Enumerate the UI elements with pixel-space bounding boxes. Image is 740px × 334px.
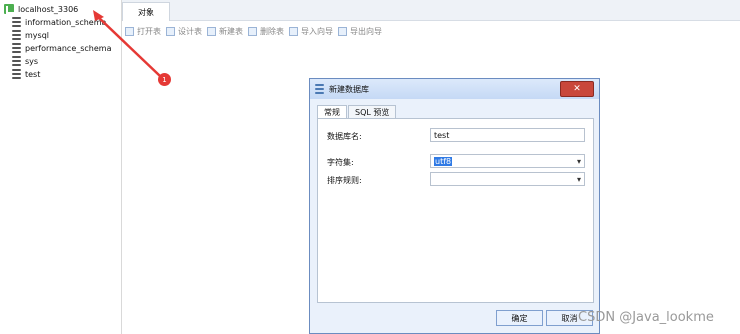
charset-value: utf8 xyxy=(434,156,453,166)
database-name-value: test xyxy=(434,130,450,140)
annotation-badge: 1 xyxy=(158,73,171,86)
charset-select[interactable]: utf8 xyxy=(430,154,585,168)
close-icon: ✕ xyxy=(573,84,581,94)
database-name-field[interactable]: test xyxy=(430,128,585,142)
database-name-label: 数据库名: xyxy=(327,132,362,141)
ok-button-label: 确定 xyxy=(511,313,528,323)
arrow-shaft xyxy=(95,14,161,77)
new-database-dialog: 新建数据库 ✕ 常规 SQL 预览 数据库名: test 字符集: utf8 排… xyxy=(309,78,600,334)
tab-general-label: 常规 xyxy=(324,108,340,117)
collation-select[interactable] xyxy=(430,172,585,186)
charset-label: 字符集: xyxy=(327,158,354,167)
dialog-form-panel: 数据库名: test 字符集: utf8 排序规则: xyxy=(317,118,594,303)
tab-sql-preview[interactable]: SQL 预览 xyxy=(348,105,397,119)
watermark: CSDN @Java_lookme xyxy=(578,310,714,325)
close-button[interactable]: ✕ xyxy=(560,81,594,97)
dialog-title: 新建数据库 xyxy=(329,84,369,94)
ok-button[interactable]: 确定 xyxy=(496,310,543,326)
tab-sql-preview-label: SQL 预览 xyxy=(355,107,390,117)
dialog-titlebar: 新建数据库 ✕ xyxy=(310,79,599,99)
tab-general[interactable]: 常规 xyxy=(317,105,347,119)
dialog-tabs: 常规 SQL 预览 xyxy=(317,105,397,119)
cancel-button-label: 取消 xyxy=(561,313,578,323)
database-icon xyxy=(315,84,324,94)
collation-label: 排序规则: xyxy=(327,176,362,185)
